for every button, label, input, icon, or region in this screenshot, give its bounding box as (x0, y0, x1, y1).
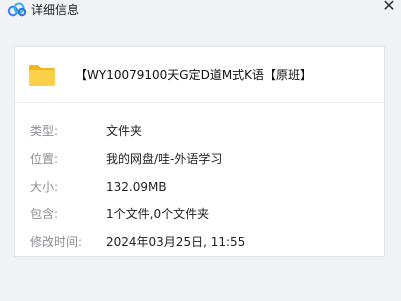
property-label: 包含: (30, 207, 59, 221)
property-value: 2024年03月25日, 11:55 (106, 235, 246, 249)
property-row-modified: 修改时间: 2024年03月25日, 11:55 (15, 233, 384, 251)
dialog-title: 详细信息 (31, 3, 80, 17)
property-value: 我的网盘/哇-外语学习 (106, 152, 223, 166)
folder-icon (29, 65, 55, 86)
property-label: 位置: (30, 152, 59, 166)
divider (15, 102, 384, 103)
cloud-app-icon (7, 2, 27, 17)
close-icon[interactable]: ✕ (380, 0, 398, 15)
property-row-location: 位置: 我的网盘/哇-外语学习 (15, 150, 384, 168)
details-dialog: 详细信息 ✕ 【WY10079100天G定D道M式K语【原班】 类型: 文件夹 … (0, 0, 401, 301)
file-name: 【WY10079100天G定D道M式K语【原班】 (75, 68, 313, 82)
property-row-size: 大小: 132.09MB (15, 178, 384, 196)
property-row-type: 类型: 文件夹 (15, 122, 384, 140)
property-value: 1个文件,0个文件夹 (106, 207, 210, 221)
details-card: 【WY10079100天G定D道M式K语【原班】 类型: 文件夹 位置: 我的网… (14, 46, 385, 257)
title-bar: 详细信息 ✕ (0, 0, 401, 26)
property-label: 大小: (30, 180, 59, 194)
property-value: 文件夹 (106, 124, 143, 138)
property-label: 修改时间: (30, 235, 83, 249)
property-label: 类型: (30, 124, 59, 138)
property-value: 132.09MB (106, 180, 167, 194)
property-row-contains: 包含: 1个文件,0个文件夹 (15, 205, 384, 223)
